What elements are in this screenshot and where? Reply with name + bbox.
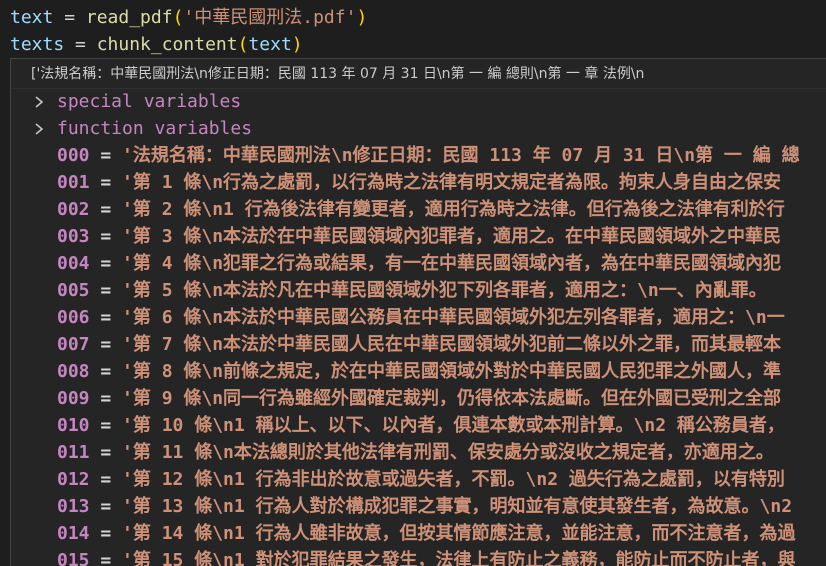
item-value: '第 2 條\n1 行為後法律有變更者，適用行為時之法律。但行為後之法律有利於行	[122, 199, 785, 220]
list-item[interactable]: 004 = '第 4 條\n犯罪之行為或結果，有一在中華民國領域內者，為在中華民…	[11, 250, 826, 277]
item-index: 001	[57, 172, 90, 193]
item-index: 012	[57, 469, 90, 490]
item-index: 014	[57, 523, 90, 544]
code-line-1[interactable]: text = read_pdf('中華民國刑法.pdf')	[10, 4, 367, 31]
item-value: '第 11 條\n本法總則於其他法律有刑罰、保安處分或沒收之規定者，亦適用之。	[122, 442, 774, 463]
item-equals: =	[89, 226, 123, 247]
variable-texts[interactable]: texts	[10, 34, 64, 55]
item-equals: =	[89, 550, 123, 566]
item-value: '法規名稱：中華民國刑法\n修正日期：民國 113 年 07 月 31 日\n第…	[122, 145, 800, 166]
item-value: '第 10 條\n1 稱以上、以下、以內者，俱連本數或本刑計算。\n2 稱公務員…	[122, 415, 785, 436]
item-index: 009	[57, 388, 90, 409]
chevron-right-icon[interactable]	[33, 88, 47, 115]
list-item[interactable]: 011 = '第 11 條\n本法總則於其他法律有刑罰、保安處分或沒收之規定者，…	[11, 439, 826, 466]
item-index: 003	[57, 226, 90, 247]
item-value: '第 9 條\n同一行為雖經外國確定裁判，仍得依本法處斷。但在外國已受刑之全部	[122, 388, 782, 409]
list-items: 000 = '法規名稱：中華民國刑法\n修正日期：民國 113 年 07 月 3…	[11, 142, 826, 566]
group-label-special-variables: special variables	[57, 91, 242, 112]
item-index: 005	[57, 280, 90, 301]
item-value: '第 7 條\n本法於中華民國人民在中華民國領域外犯前二條以外之罪，而其最輕本	[122, 334, 782, 355]
item-equals: =	[89, 496, 123, 517]
close-paren: )	[356, 7, 368, 28]
list-item[interactable]: 006 = '第 6 條\n本法於中華民國公務員在中華民國領域外犯左列各罪者，適…	[11, 304, 826, 331]
item-equals: =	[89, 469, 123, 490]
assign-operator: =	[64, 34, 97, 55]
item-equals: =	[89, 361, 123, 382]
list-item[interactable]: 013 = '第 13 條\n1 行為人對於構成犯罪之事實，明知並有意使其發生者…	[11, 493, 826, 520]
editor[interactable]: text = read_pdf('中華民國刑法.pdf') texts = ch…	[0, 0, 826, 566]
item-index: 006	[57, 307, 90, 328]
function-chunk-content[interactable]: chunk_content	[97, 34, 238, 55]
open-paren: (	[237, 34, 249, 55]
string-filename: '中華民國刑法.pdf'	[183, 7, 357, 28]
item-value: '第 4 條\n犯罪之行為或結果，有一在中華民國領域內者，為在中華民國領域內犯	[122, 253, 782, 274]
item-equals: =	[89, 145, 123, 166]
item-index: 015	[57, 550, 90, 566]
item-equals: =	[89, 253, 123, 274]
argument-text[interactable]: text	[248, 34, 291, 55]
list-item[interactable]: 000 = '法規名稱：中華民國刑法\n修正日期：民國 113 年 07 月 3…	[11, 142, 826, 169]
list-item[interactable]: 007 = '第 7 條\n本法於中華民國人民在中華民國領域外犯前二條以外之罪，…	[11, 331, 826, 358]
item-value: '第 14 條\n1 行為人雖非故意，但按其情節應注意，並能注意，而不注意者，為…	[122, 523, 796, 544]
list-item[interactable]: 002 = '第 2 條\n1 行為後法律有變更者，適用行為時之法律。但行為後之…	[11, 196, 826, 223]
item-index: 007	[57, 334, 90, 355]
item-equals: =	[89, 172, 123, 193]
item-value: '第 13 條\n1 行為人對於構成犯罪之事實，明知並有意使其發生者，為故意。\…	[122, 496, 793, 517]
item-equals: =	[89, 307, 123, 328]
list-item[interactable]: 012 = '第 12 條\n1 行為非出於故意或過失者，不罰。\n2 過失行為…	[11, 466, 826, 493]
list-item[interactable]: 014 = '第 14 條\n1 行為人雖非故意，但按其情節應注意，並能注意，而…	[11, 520, 826, 547]
item-value: '第 1 條\n行為之處罰，以行為時之法律有明文規定者為限。拘束人身自由之保安	[122, 172, 782, 193]
item-value: '第 8 條\n前條之規定，於在中華民國領域外對於中華民國人民犯罪之外國人，準	[122, 361, 782, 382]
group-label-function-variables: function variables	[57, 118, 253, 139]
assign-operator: =	[53, 7, 86, 28]
item-equals: =	[89, 415, 123, 436]
list-item[interactable]: 001 = '第 1 條\n行為之處罰，以行為時之法律有明文規定者為限。拘束人身…	[11, 169, 826, 196]
item-index: 011	[57, 442, 90, 463]
item-equals: =	[89, 388, 123, 409]
item-equals: =	[89, 442, 123, 463]
item-equals: =	[89, 523, 123, 544]
item-index: 013	[57, 496, 90, 517]
variable-hover-popup[interactable]: ['法規名稱：中華民國刑法\n修正日期：民國 113 年 07 月 31 日\n…	[10, 58, 826, 566]
function-read-pdf[interactable]: read_pdf	[86, 7, 173, 28]
item-value: '第 3 條\n本法於在中華民國領域內犯罪者，適用之。在中華民國領域外之中華民	[122, 226, 782, 247]
variable-text[interactable]: text	[10, 7, 53, 28]
item-equals: =	[89, 199, 123, 220]
code-line-2[interactable]: texts = chunk_content(text)	[10, 31, 303, 58]
item-index: 008	[57, 361, 90, 382]
hover-summary: ['法規名稱：中華民國刑法\n修正日期：民國 113 年 07 月 31 日\n…	[11, 59, 826, 89]
item-index: 004	[57, 253, 90, 274]
item-equals: =	[89, 334, 123, 355]
editor-gutter	[0, 0, 10, 565]
item-index: 002	[57, 199, 90, 220]
item-value: '第 6 條\n本法於中華民國公務員在中華民國領域外犯左列各罪者，適用之：\n一	[122, 307, 785, 328]
item-value: '第 12 條\n1 行為非出於故意或過失者，不罰。\n2 過失行為之處罰，以有…	[122, 469, 785, 490]
item-value: '第 5 條\n本法於凡在中華民國領域外犯下列各罪者，適用之：\n一、內亂罪。	[122, 280, 767, 301]
list-item[interactable]: 009 = '第 9 條\n同一行為雖經外國確定裁判，仍得依本法處斷。但在外國已…	[11, 385, 826, 412]
list-item[interactable]: 003 = '第 3 條\n本法於在中華民國領域內犯罪者，適用之。在中華民國領域…	[11, 223, 826, 250]
chevron-right-icon[interactable]	[33, 115, 47, 142]
list-item[interactable]: 015 = '第 15 條\n1 對於犯罪結果之發生，法律上有防止之義務，能防止…	[11, 547, 826, 566]
item-equals: =	[89, 280, 123, 301]
item-index: 010	[57, 415, 90, 436]
close-paren: )	[291, 34, 303, 55]
list-item[interactable]: 005 = '第 5 條\n本法於凡在中華民國領域外犯下列各罪者，適用之：\n一…	[11, 277, 826, 304]
list-item[interactable]: 010 = '第 10 條\n1 稱以上、以下、以內者，俱連本數或本刑計算。\n…	[11, 412, 826, 439]
list-item[interactable]: 008 = '第 8 條\n前條之規定，於在中華民國領域外對於中華民國人民犯罪之…	[11, 358, 826, 385]
open-paren: (	[172, 7, 184, 28]
item-value: '第 15 條\n1 對於犯罪結果之發生，法律上有防止之義務，能防止而不防止者，…	[122, 550, 796, 566]
item-index: 000	[57, 145, 90, 166]
